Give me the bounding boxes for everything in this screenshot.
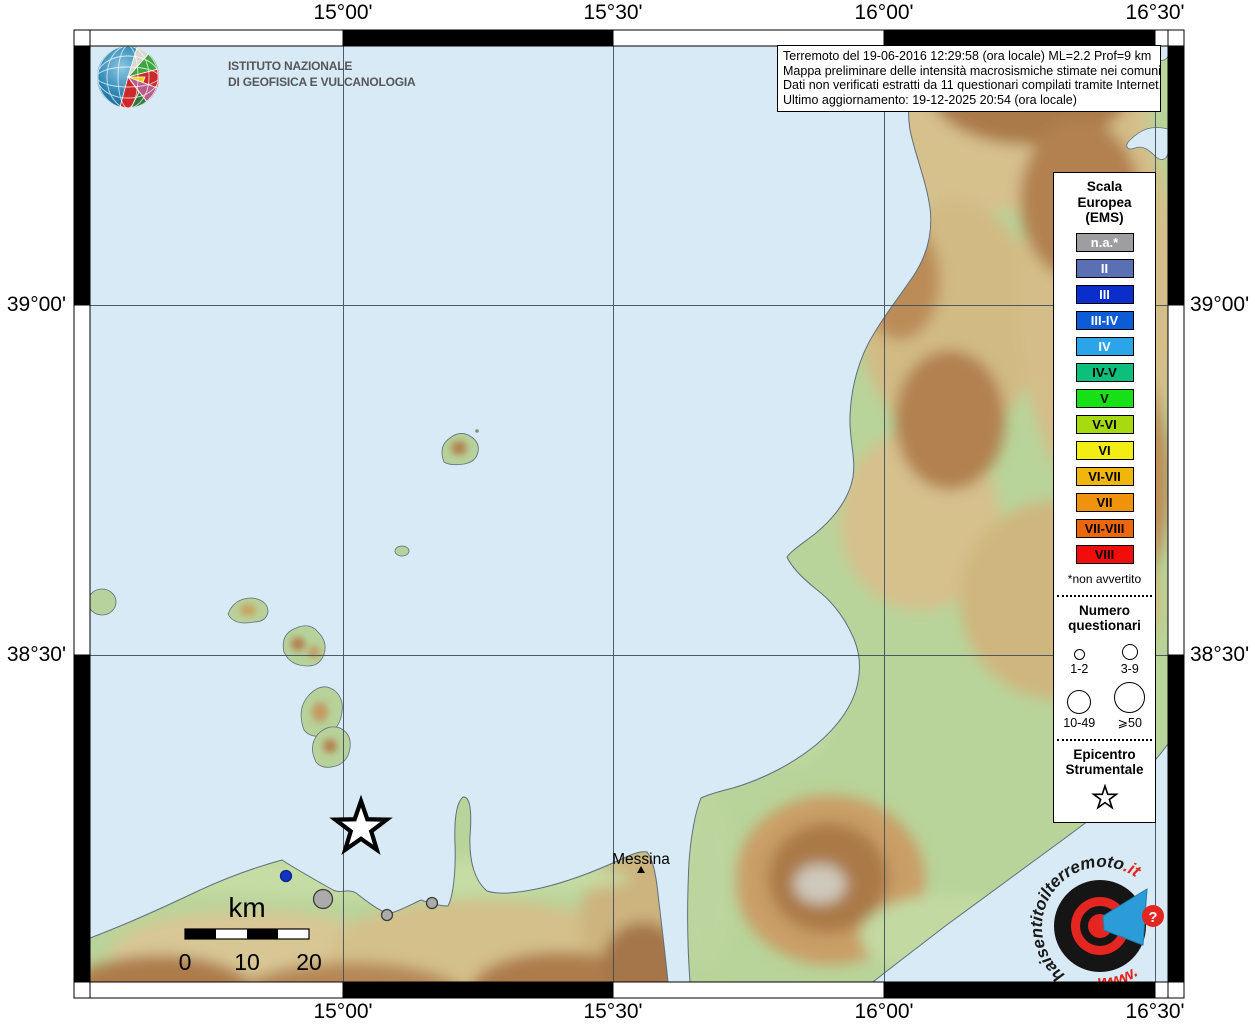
epicenter-title-2: Strumentale [1054,762,1155,778]
axis-label-right-38-30: 38°30' [1190,643,1249,667]
axis-label-bottom-15-30: 15°30' [583,1000,642,1024]
questionnaire-point [281,871,292,882]
scale-tick-0: 0 [179,949,192,975]
legend-divider-1 [1057,595,1152,597]
questionnaire-size-item: 1-2 [1054,644,1105,676]
ems-chip-v-vi: V-VI [1076,415,1134,434]
ingv-name-line1: ISTITUTO NAZIONALE [228,59,352,73]
axis-label-top-16-30: 16°30' [1125,1,1184,25]
questionnaire-size-item: 10-49 [1054,682,1105,730]
size-circle-icon [1074,649,1085,660]
ems-scale-title-1: Scala [1054,179,1155,195]
info-line-event: Terremoto del 19-06-2016 12:29:58 (ora l… [783,49,1155,64]
size-circle-icon [1067,690,1091,714]
ems-scale-title-2: Europea [1054,195,1155,211]
scale-tick-20: 20 [296,949,322,975]
axis-label-bottom-16-30: 16°30' [1125,1000,1184,1024]
size-circle-icon [1114,682,1145,713]
ems-chip-iii-iv: III-IV [1076,311,1134,330]
legend-panel: Scala Europea (EMS) n.a.*IIIIIIII-IVIVIV… [1053,172,1156,823]
ems-chip-iii: III [1076,285,1134,304]
size-circle-icon [1122,644,1138,660]
ems-chip-vii-viii: VII-VIII [1076,519,1134,538]
ems-chip-vi: VI [1076,441,1134,460]
question-mark: ? [1148,909,1157,926]
axis-label-bottom-15-00: 15°00' [313,1000,372,1024]
axis-label-right-39-00: 39°00' [1190,293,1249,317]
legend-divider-2 [1057,739,1152,741]
ems-chip-n.a.*: n.a.* [1076,233,1134,252]
questionnaire-title-2: questionari [1054,618,1155,634]
epicenter-title-1: Epicentro [1054,747,1155,763]
ems-chip-viii: VIII [1076,545,1134,564]
ems-chip-iv-v: IV-V [1076,363,1134,382]
axis-label-top-15-00: 15°00' [313,1,372,25]
questionnaire-size-item: ⩾50 [1105,682,1156,730]
map-terrain: ISTITUTO NAZIONALE DI GEOFISICA E VULCAN… [60,30,1180,1024]
earthquake-info-box: Terremoto del 19-06-2016 12:29:58 (ora l… [777,45,1161,112]
ems-chip-ii: II [1076,259,1134,278]
size-circle-label: 10-49 [1063,716,1095,730]
size-circle-label: 3-9 [1121,662,1139,676]
epicenter-star-legend-icon [1090,784,1120,812]
ems-scale-list: n.a.*IIIIIIII-IVIVIV-VVV-VIVIVI-VIIVIIVI… [1054,233,1155,564]
scale-tick-10: 10 [234,949,260,975]
size-circle-label: ⩾50 [1118,715,1142,730]
ems-footnote: *non avvertito [1054,572,1155,586]
questionnaire-title-1: Numero [1054,603,1155,619]
info-line-data: Dati non verificati estratti da 11 quest… [783,78,1155,93]
info-line-map: Mappa preliminare delle intensità macros… [783,64,1155,79]
city-label: Messina [612,851,670,868]
questionnaire-point [382,910,393,921]
axis-label-left-38-30: 38°30' [0,643,66,667]
questionnaire-size-grid: 1-2 3-9 10-49 ⩾50 [1054,638,1155,730]
size-circle-label: 1-2 [1070,662,1088,676]
ems-chip-vi-vii: VI-VII [1076,467,1134,486]
info-line-updated: Ultimo aggiornamento: 19-12-2025 20:54 (… [783,93,1155,108]
seismic-intensity-map-page: ISTITUTO NAZIONALE DI GEOFISICA E VULCAN… [0,0,1255,1024]
axis-label-top-16-00: 16°00' [854,1,913,25]
questionnaire-point [314,890,333,909]
ems-chip-vii: VII [1076,493,1134,512]
axis-label-top-15-30: 15°30' [583,1,642,25]
questionnaire-point [427,898,438,909]
questionnaire-size-item: 3-9 [1105,644,1156,676]
ems-chip-iv: IV [1076,337,1134,356]
scale-bar-unit: km [228,892,265,923]
ingv-name-line2: DI GEOFISICA E VULCANOLOGIA [228,75,416,89]
axis-label-left-39-00: 39°00' [0,293,66,317]
axis-label-bottom-16-00: 16°00' [854,1000,913,1024]
ems-chip-v: V [1076,389,1134,408]
ems-scale-title-3: (EMS) [1054,210,1155,226]
